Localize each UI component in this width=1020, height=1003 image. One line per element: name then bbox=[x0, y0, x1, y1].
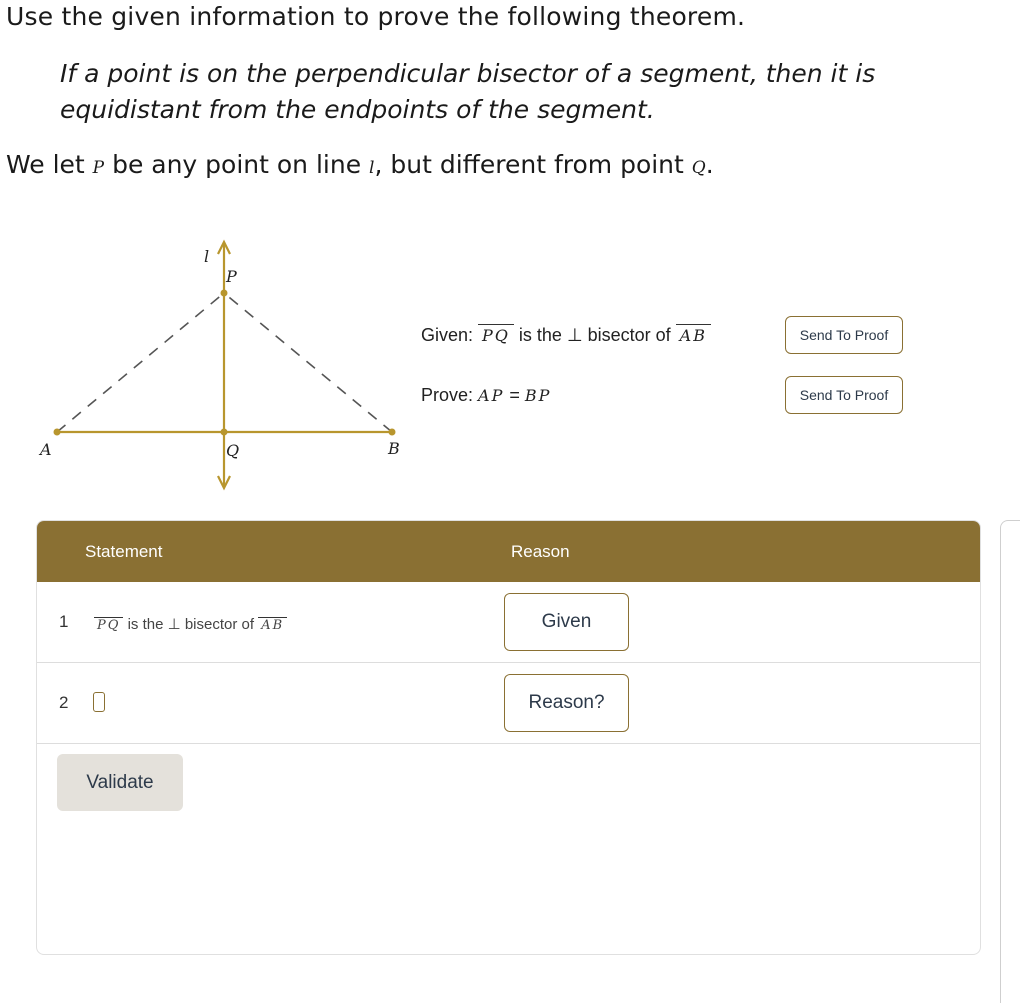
theorem-line-1: If a point is on the perpendicular bisec… bbox=[60, 59, 876, 88]
segment-bp bbox=[223, 292, 393, 433]
theorem-line-2: equidistant from the endpoints of the se… bbox=[60, 95, 655, 124]
instruction-text: Use the given information to prove the f… bbox=[6, 2, 746, 31]
row-statement[interactable]: PQ is the ⊥ bisector of AB bbox=[94, 615, 288, 633]
row-statement-middle: is the ⊥ bisector of bbox=[123, 616, 259, 633]
segment-ap bbox=[56, 292, 225, 433]
label-b: B bbox=[387, 439, 400, 458]
proof-table-header: Statement Reason bbox=[37, 521, 980, 582]
var-q: Q bbox=[691, 158, 706, 178]
segment-ab-label: AB bbox=[675, 324, 711, 345]
var-p: P bbox=[92, 158, 105, 178]
point-a bbox=[53, 428, 61, 436]
label-l: l bbox=[204, 247, 209, 266]
proof-table: Statement Reason 1 PQ is the ⊥ bisector … bbox=[36, 520, 981, 955]
given-middle: is the ⊥ bisector of bbox=[513, 325, 676, 345]
point-b bbox=[388, 428, 396, 436]
let-suffix: . bbox=[705, 150, 714, 179]
row-number: 1 bbox=[59, 612, 69, 631]
row-number: 2 bbox=[59, 693, 69, 712]
reason-button[interactable]: Given bbox=[504, 593, 629, 651]
segment-ab-label: AB bbox=[258, 617, 288, 633]
let-mid-2: , but different from point bbox=[374, 150, 692, 179]
prove-equals: = bbox=[504, 385, 525, 405]
segment-pq-label: PQ bbox=[94, 617, 124, 633]
geometry-diagram: l P A Q B bbox=[38, 239, 400, 491]
given-statement: Given: PQ is the ⊥ bisector of AB bbox=[421, 324, 711, 346]
label-q: Q bbox=[226, 441, 239, 460]
given-prefix: Given: bbox=[421, 325, 479, 345]
proof-row-1: 1 PQ is the ⊥ bisector of AB Given bbox=[37, 582, 980, 663]
let-prefix: We let bbox=[6, 150, 93, 179]
header-reason: Reason bbox=[511, 542, 570, 561]
statement-input-box[interactable] bbox=[93, 692, 105, 712]
send-given-to-proof-button[interactable]: Send To Proof bbox=[785, 316, 903, 354]
point-p bbox=[220, 289, 228, 297]
validate-button[interactable]: Validate bbox=[57, 754, 183, 811]
label-a: A bbox=[38, 440, 52, 459]
prove-statement: Prove: AP = BP bbox=[421, 385, 551, 406]
side-panel-edge bbox=[1000, 520, 1020, 1003]
proof-row-2: 2 Reason? bbox=[37, 663, 980, 744]
label-p: P bbox=[225, 267, 237, 286]
let-statement: We let P be any point on line l, but dif… bbox=[6, 150, 714, 179]
prove-right: BP bbox=[524, 386, 552, 405]
reason-button[interactable]: Reason? bbox=[504, 674, 629, 732]
header-statement: Statement bbox=[85, 542, 163, 561]
prove-left: AP bbox=[478, 386, 505, 405]
theorem-statement: If a point is on the perpendicular bisec… bbox=[60, 56, 875, 128]
send-prove-to-proof-button[interactable]: Send To Proof bbox=[785, 376, 903, 414]
point-q bbox=[220, 428, 228, 436]
segment-pq-label: PQ bbox=[478, 324, 514, 345]
let-mid-1: be any point on line bbox=[104, 150, 370, 179]
prove-prefix: Prove: bbox=[421, 385, 479, 405]
